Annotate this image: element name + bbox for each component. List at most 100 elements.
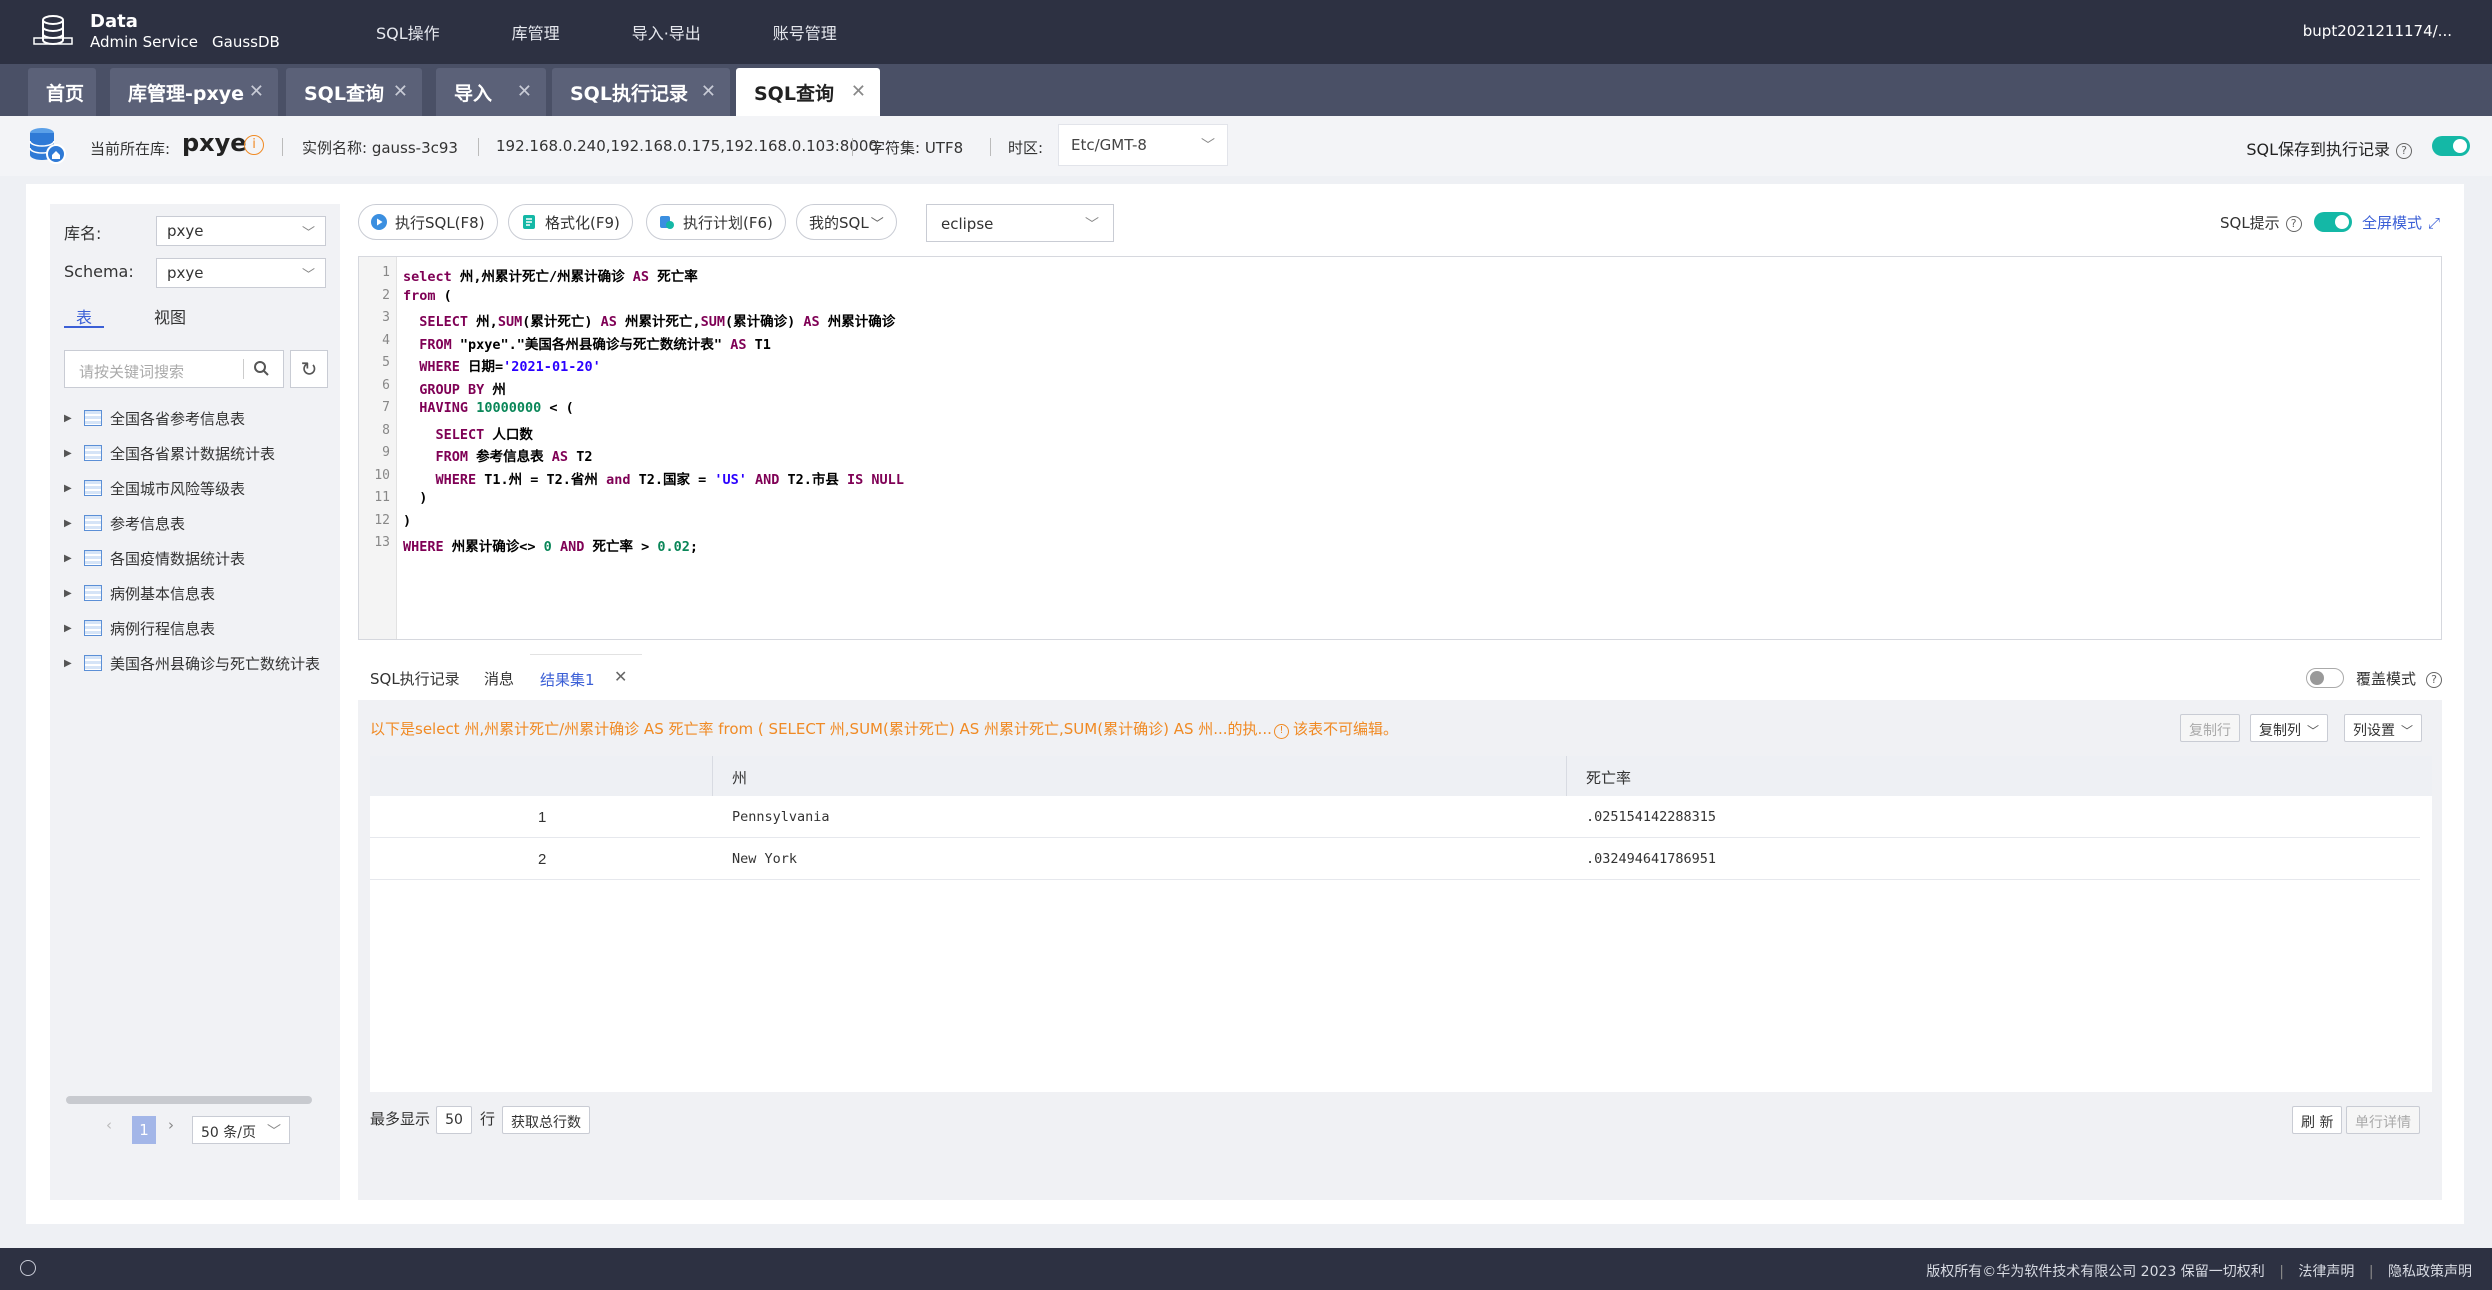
tab-label: SQL执行记录	[570, 82, 688, 105]
copyright-text: 版权所有©华为软件技术有限公司 2023 保留一切权利	[1926, 1264, 2265, 1280]
fullscreen-button[interactable]: 全屏模式 ⤢	[2362, 212, 2440, 233]
page-size-select[interactable]: 50 条/页 ﹀	[192, 1116, 290, 1144]
help-icon[interactable]: ?	[2285, 216, 2302, 232]
tree-table-item[interactable]: ▶ 美国各州县确诊与死亡数统计表	[64, 651, 320, 675]
info-icon[interactable]: i	[244, 135, 264, 155]
tab-sql-exec-log[interactable]: SQL执行记录	[370, 668, 460, 689]
row-detail-button[interactable]: 单行详情	[2346, 1106, 2420, 1134]
cell-death-rate[interactable]: .032494641786951	[1586, 851, 1716, 867]
globe-icon[interactable]	[20, 1260, 36, 1276]
tree-table-item[interactable]: ▶ 全国各省参考信息表	[64, 406, 245, 430]
expand-icon[interactable]: ▶	[64, 553, 74, 564]
explain-plan-button[interactable]: 执行计划(F6)	[646, 204, 786, 240]
expand-icon[interactable]: ▶	[64, 658, 74, 669]
divider: |	[2368, 1264, 2374, 1280]
execute-sql-label: 执行SQL(F8)	[395, 213, 485, 232]
timezone-select[interactable]: Etc/GMT-8 ﹀	[1058, 124, 1228, 166]
tab-messages[interactable]: 消息	[484, 668, 514, 689]
line-number: 8	[382, 422, 390, 438]
search-icon[interactable]	[253, 357, 269, 383]
tab-sql-query-2[interactable]: SQL查询 ✕	[736, 68, 880, 116]
tab-tables[interactable]: 表	[76, 304, 92, 328]
page-number[interactable]: 1	[132, 1116, 156, 1144]
table-search-input[interactable]: 请按关键词搜索	[64, 350, 284, 388]
tree-table-item[interactable]: ▶ 参考信息表	[64, 511, 185, 535]
logo-subtitle: Admin Service	[90, 33, 199, 51]
schema-select[interactable]: pxye ﹀	[156, 258, 326, 288]
legal-link[interactable]: 法律声明	[2298, 1264, 2354, 1280]
prev-page-icon[interactable]: ‹	[106, 1116, 112, 1134]
cell-state[interactable]: Pennsylvania	[732, 809, 830, 825]
expand-icon[interactable]: ▶	[64, 623, 74, 634]
nav-account[interactable]: 账号管理	[773, 20, 837, 44]
editor-theme-select[interactable]: eclipse ﹀	[926, 204, 1114, 242]
column-header-death-rate[interactable]: 死亡率	[1586, 767, 1631, 788]
tree-table-item[interactable]: ▶ 病例基本信息表	[64, 581, 215, 605]
table-icon	[84, 585, 102, 601]
tab-views[interactable]: 视图	[154, 304, 186, 328]
tab-label: SQL查询	[754, 82, 834, 105]
execute-sql-button[interactable]: 执行SQL(F8)	[358, 204, 498, 240]
refresh-button[interactable]: 刷 新	[2292, 1106, 2343, 1134]
nav-import-export[interactable]: 导入·导出	[632, 20, 701, 44]
cell-state[interactable]: New York	[732, 851, 797, 867]
code-line: WHERE 日期='2021-01-20'	[419, 359, 601, 375]
nav-sql-ops[interactable]: SQL操作	[376, 20, 440, 44]
expand-icon[interactable]: ▶	[64, 483, 74, 494]
app-logo[interactable]: Data Admin Service GaussDB	[28, 12, 328, 52]
max-rows-input[interactable]: 50	[436, 1106, 472, 1134]
database-logo-icon	[33, 15, 73, 45]
sql-tip-toggle[interactable]	[2314, 212, 2352, 232]
page-size-value: 50 条/页	[201, 1125, 256, 1141]
expand-icon[interactable]: ▶	[64, 588, 74, 599]
user-menu[interactable]: bupt2021211174/...	[2303, 22, 2452, 40]
tab-sql-query-1[interactable]: SQL查询 ✕	[286, 68, 422, 116]
tree-table-item[interactable]: ▶ 全国各省累计数据统计表	[64, 441, 275, 465]
save-to-log-toggle[interactable]	[2432, 136, 2470, 156]
column-header-state[interactable]: 州	[732, 767, 747, 788]
format-button[interactable]: 格式化(F9)	[508, 204, 633, 240]
copy-row-button[interactable]: 复制行	[2180, 714, 2240, 742]
tab-import[interactable]: 导入 ✕	[436, 68, 546, 116]
close-icon[interactable]: ✕	[517, 81, 532, 102]
table-row[interactable]: 1 Pennsylvania .025154142288315	[370, 796, 2420, 838]
cell-death-rate[interactable]: .025154142288315	[1586, 809, 1716, 825]
help-icon[interactable]: ?	[2426, 672, 2443, 688]
tree-table-item[interactable]: ▶ 全国城市风险等级表	[64, 476, 245, 500]
privacy-link[interactable]: 隐私政策声明	[2388, 1264, 2472, 1280]
expand-icon[interactable]: ▶	[64, 413, 74, 424]
close-icon[interactable]: ✕	[249, 81, 264, 102]
table-icon	[84, 480, 102, 496]
get-total-rows-button[interactable]: 获取总行数	[502, 1106, 590, 1134]
copy-column-dropdown[interactable]: 复制列 ﹀	[2250, 714, 2329, 742]
table-icon	[84, 445, 102, 461]
tree-table-item[interactable]: ▶ 各国疫情数据统计表	[64, 546, 245, 570]
my-sql-dropdown[interactable]: 我的SQL ﹀	[796, 204, 897, 240]
close-icon[interactable]: ✕	[851, 81, 866, 102]
next-page-icon[interactable]: ›	[168, 1116, 174, 1134]
nav-db-manage[interactable]: 库管理	[512, 20, 560, 44]
overlay-mode-toggle[interactable]	[2306, 668, 2344, 688]
tab-home[interactable]: 首页	[28, 68, 96, 116]
object-panel: 库名: pxye ﹀ Schema: pxye ﹀ 表 视图 请按关键词搜索 ↻ ▶…	[50, 204, 340, 1200]
chevron-down-icon: ﹀	[1085, 217, 1099, 233]
db-select[interactable]: pxye ﹀	[156, 216, 326, 246]
refresh-icon[interactable]: ↻	[290, 350, 328, 388]
close-icon[interactable]: ✕	[393, 81, 408, 102]
help-icon[interactable]: ?	[2396, 143, 2412, 159]
sql-editor[interactable]: 1 2 3 4 5 6 7 8 9 10 11 12 13 select 州,州…	[358, 256, 2442, 640]
expand-icon[interactable]: ▶	[64, 448, 74, 459]
table-row[interactable]: 2 New York .032494641786951	[370, 838, 2420, 880]
close-icon[interactable]: ✕	[614, 667, 627, 686]
format-label: 格式化(F9)	[545, 213, 620, 232]
close-icon[interactable]: ✕	[701, 81, 716, 102]
column-settings-dropdown[interactable]: 列设置 ﹀	[2344, 714, 2423, 742]
tree-table-item[interactable]: ▶ 病例行程信息表	[64, 616, 215, 640]
horizontal-scrollbar[interactable]	[66, 1096, 312, 1104]
tab-db-manage[interactable]: 库管理-pxye ✕	[110, 68, 278, 116]
code-line: SELECT 人口数	[435, 426, 533, 443]
tab-sql-log[interactable]: SQL执行记录 ✕	[552, 68, 730, 116]
table-name: 各国疫情数据统计表	[110, 549, 246, 568]
tab-result-set[interactable]: 结果集1 ✕	[530, 654, 642, 700]
expand-icon[interactable]: ▶	[64, 518, 74, 529]
